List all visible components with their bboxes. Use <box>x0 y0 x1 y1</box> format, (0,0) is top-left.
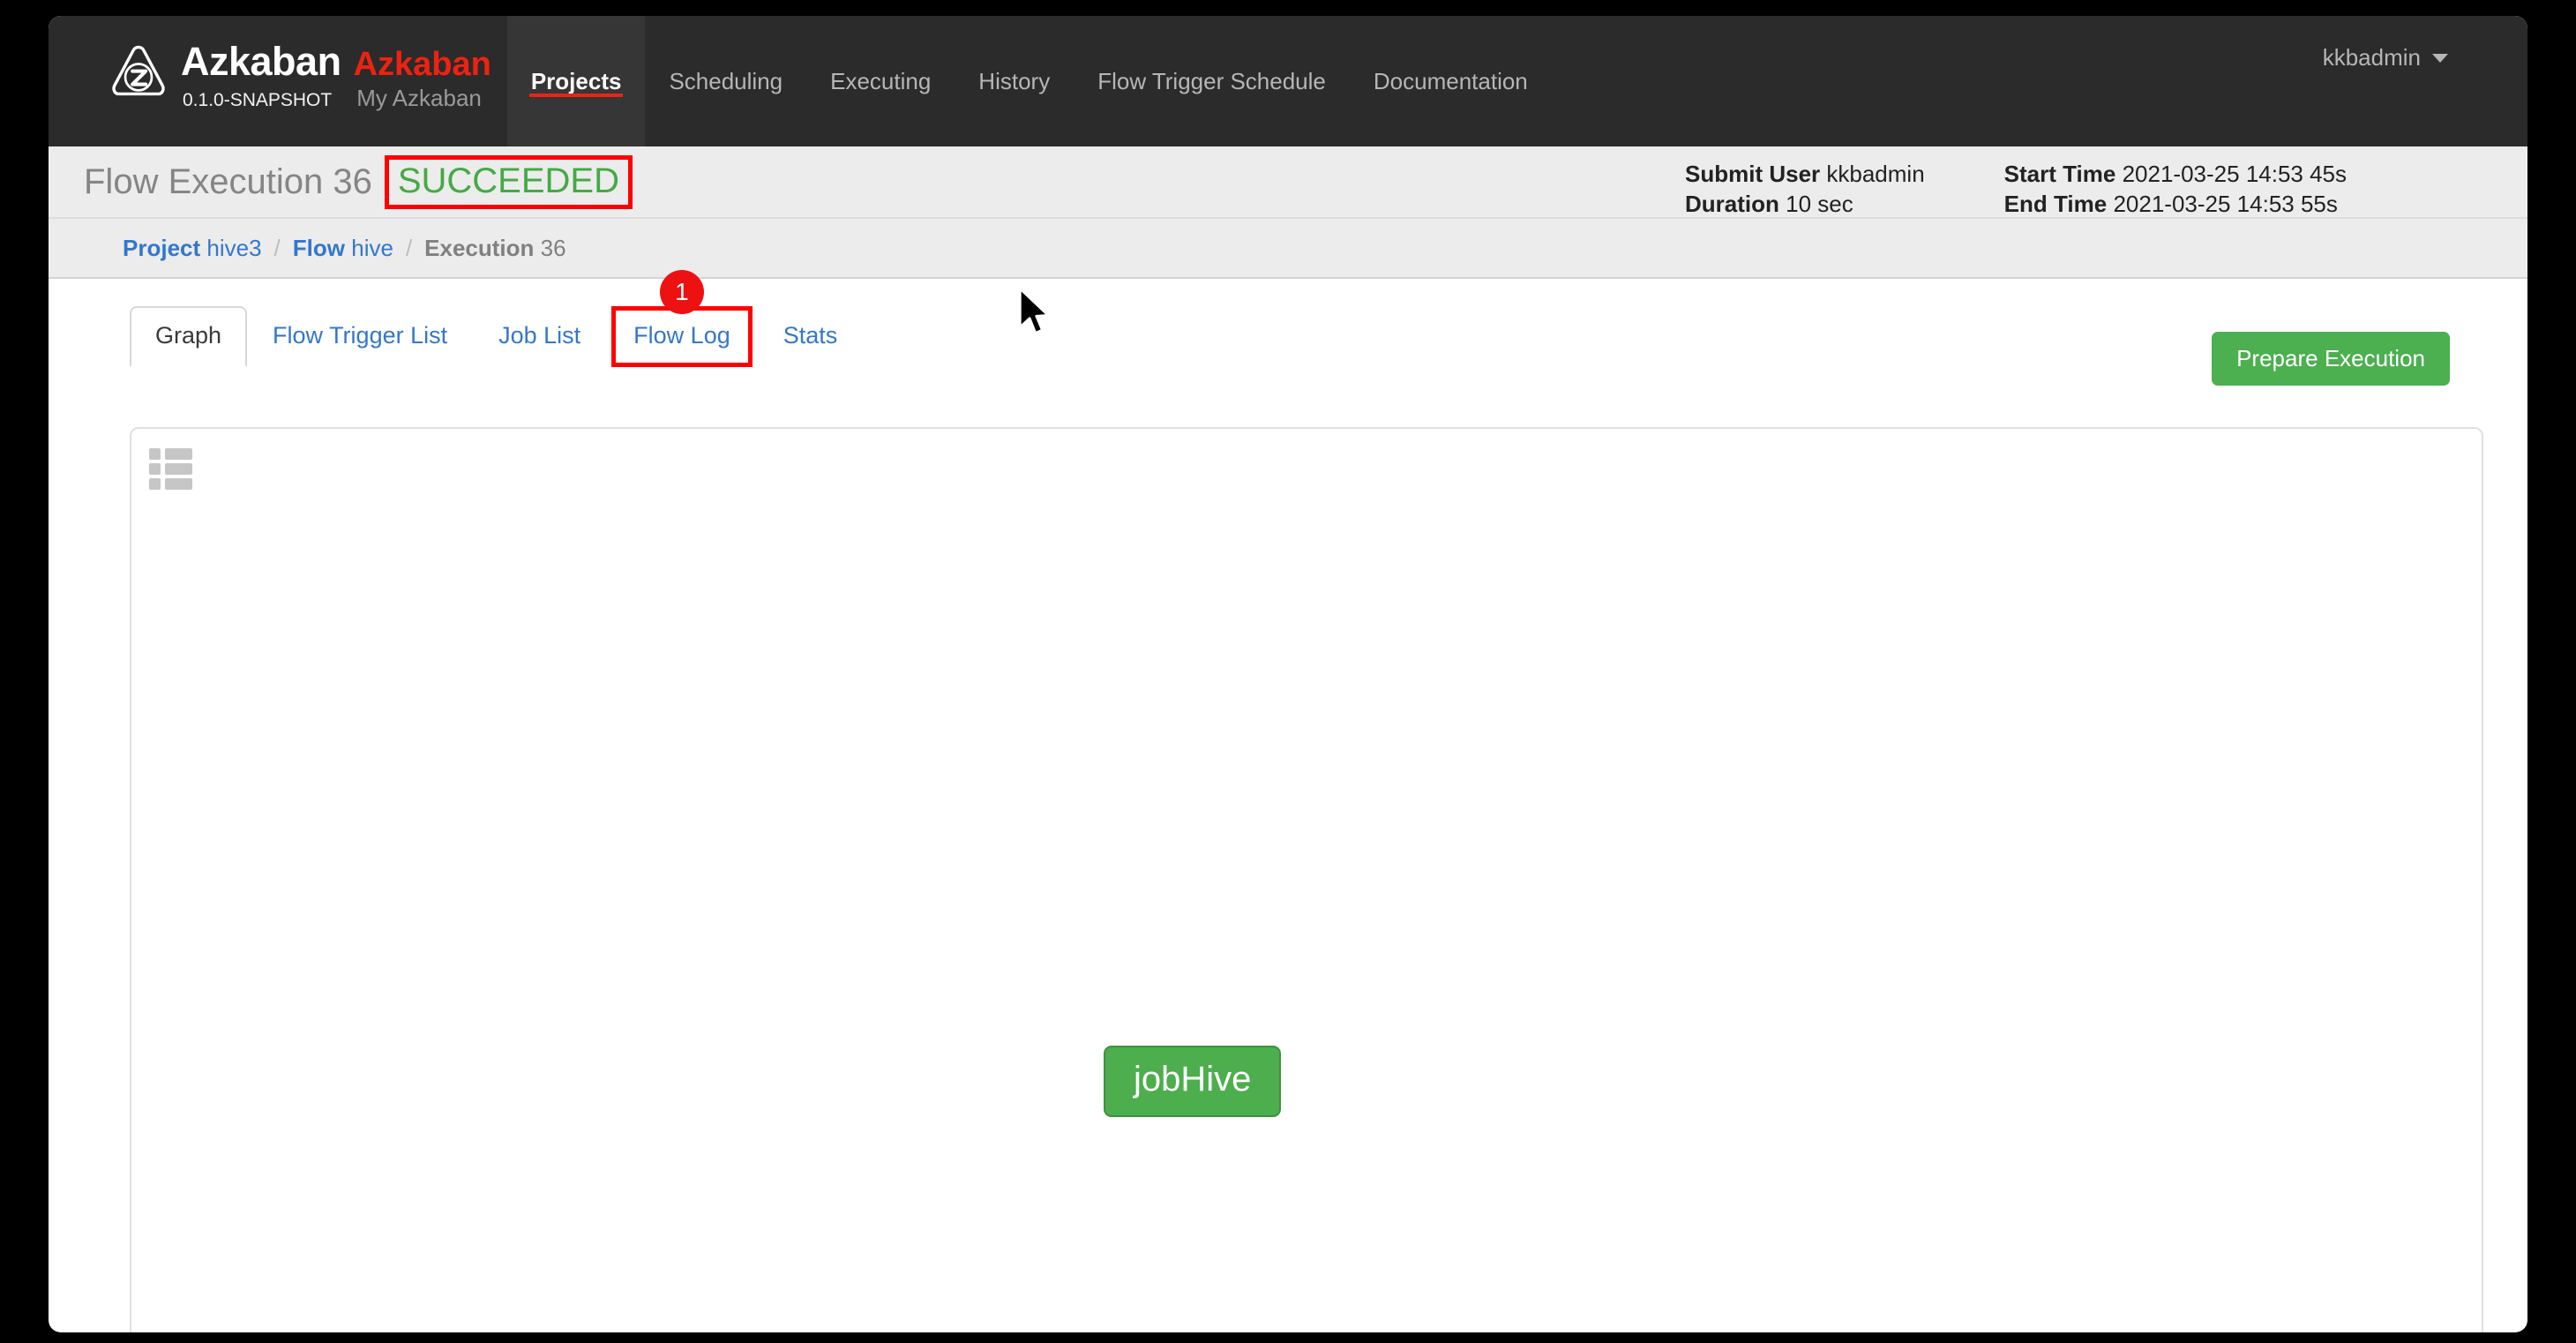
nav-item-documentation[interactable]: Documentation <box>1350 16 1552 146</box>
nav-item-executing[interactable]: Executing <box>806 16 955 146</box>
status-badge: SUCCEEDED <box>397 161 619 200</box>
nav-item-label: Scheduling <box>669 67 783 94</box>
tab-graph[interactable]: Graph <box>130 306 248 367</box>
nav-item-scheduling[interactable]: Scheduling <box>645 16 806 146</box>
tab-stats[interactable]: Stats <box>758 306 864 367</box>
brand-tagline: My Azkaban <box>356 84 482 111</box>
legend-row <box>149 478 192 490</box>
nav-item-history[interactable]: History <box>955 16 1074 146</box>
start-time-label: Start Time <box>2003 161 2116 187</box>
nav-menu: Projects Scheduling Executing History Fl… <box>506 16 1552 146</box>
azkaban-logo-icon <box>112 45 165 96</box>
tab-label: Flow Log <box>633 322 730 349</box>
nav-item-label: Projects <box>530 67 622 94</box>
legend-square <box>149 448 161 460</box>
end-time-label: End Time <box>2003 191 2108 218</box>
nav-right: kkbadmin <box>2323 16 2527 100</box>
user-menu-label: kkbadmin <box>2322 44 2421 71</box>
top-navbar: Azkaban Azkaban 0.1.0-SNAPSHOT My Azkaba… <box>49 16 2527 146</box>
brand-subtitle: Azkaban <box>353 46 491 83</box>
execution-metadata: Submit User kkbadmin Duration 10 sec Sta… <box>1685 159 2347 220</box>
start-time-value: 2021-03-25 14:53 45s <box>2122 161 2348 187</box>
app-window: Azkaban Azkaban 0.1.0-SNAPSHOT My Azkaba… <box>49 16 2527 1332</box>
page-title-text: Flow Execution 36 <box>84 161 372 201</box>
nav-item-projects[interactable]: Projects <box>506 16 646 146</box>
breadcrumb-label: Flow <box>292 234 345 261</box>
submit-user-row: Submit User kkbadmin <box>1685 159 1925 189</box>
annotation-badge: 1 <box>659 270 704 314</box>
brand-version: 0.1.0-SNAPSHOT <box>183 89 333 110</box>
chevron-down-icon <box>2432 53 2448 63</box>
legend-bar <box>165 448 192 460</box>
page-title: Flow Execution 36 SUCCEEDED <box>84 154 633 209</box>
duration-row: Duration 10 sec <box>1685 189 1925 219</box>
nav-item-label: Executing <box>830 67 932 94</box>
tab-flow-trigger-list[interactable]: Flow Trigger List <box>247 306 473 367</box>
brand[interactable]: Azkaban Azkaban 0.1.0-SNAPSHOT My Azkaba… <box>49 16 491 146</box>
breadcrumb-label: Execution <box>424 234 535 261</box>
breadcrumb-value: 36 <box>540 234 566 261</box>
breadcrumb-label: Project <box>123 234 201 261</box>
end-time-row: End Time 2021-03-25 14:53 55s <box>2004 189 2347 219</box>
tab-label: Stats <box>783 322 838 349</box>
nav-item-flow-trigger-schedule[interactable]: Flow Trigger Schedule <box>1074 16 1350 146</box>
breadcrumb: Project hive3 / Flow hive / Execution 36 <box>49 219 2527 279</box>
submit-user-value: kkbadmin <box>1826 161 1925 187</box>
tab-flow-log[interactable]: 1 Flow Log <box>611 270 753 367</box>
duration-value: 10 sec <box>1786 191 1853 218</box>
tab-label: Job List <box>498 322 581 349</box>
execution-header: Flow Execution 36 SUCCEEDED Submit User … <box>49 146 2527 219</box>
legend-row <box>149 448 192 460</box>
user-menu[interactable]: kkbadmin <box>2323 44 2448 71</box>
legend-square <box>149 463 161 475</box>
duration-label: Duration <box>1685 191 1779 218</box>
submit-user-label: Submit User <box>1685 161 1821 187</box>
brand-name: Azkaban <box>181 39 341 84</box>
nav-active-underline <box>528 94 624 97</box>
meta-column-right: Start Time 2021-03-25 14:53 45s End Time… <box>2004 159 2347 220</box>
prepare-execution-button[interactable]: Prepare Execution <box>2212 332 2450 386</box>
legend-row <box>149 463 192 475</box>
legend-bar <box>165 463 192 475</box>
tab-label: Graph <box>155 322 222 349</box>
breadcrumb-item-project[interactable]: Project hive3 <box>123 235 262 262</box>
breadcrumb-separator: / <box>273 234 281 261</box>
graph-node-jobhive[interactable]: jobHive <box>1104 1046 1282 1117</box>
nav-item-label: Documentation <box>1373 67 1528 94</box>
list-legend-icon[interactable] <box>149 448 192 490</box>
tab-bar: Graph Flow Trigger List Job List 1 Flow … <box>49 270 2527 367</box>
legend-square <box>149 478 161 490</box>
tab-label: Flow Trigger List <box>273 322 448 349</box>
nav-item-label: History <box>978 67 1051 94</box>
breadcrumb-value: hive3 <box>206 234 262 261</box>
status-annotation-box: SUCCEEDED <box>384 154 633 209</box>
nav-item-label: Flow Trigger Schedule <box>1097 67 1326 94</box>
legend-bar <box>165 478 192 490</box>
flow-graph-panel[interactable] <box>130 427 2483 1332</box>
tab-job-list[interactable]: Job List <box>473 306 606 367</box>
breadcrumb-item-flow[interactable]: Flow hive <box>293 235 393 262</box>
tab-strip: Graph Flow Trigger List Job List 1 Flow … <box>130 270 864 367</box>
breadcrumb-item-execution: Execution 36 <box>424 235 565 262</box>
start-time-row: Start Time 2021-03-25 14:53 45s <box>2004 159 2347 189</box>
meta-column-left: Submit User kkbadmin Duration 10 sec <box>1685 159 1925 220</box>
breadcrumb-value: hive <box>351 234 393 261</box>
breadcrumb-separator: / <box>405 234 413 261</box>
end-time-value: 2021-03-25 14:53 55s <box>2113 191 2338 218</box>
